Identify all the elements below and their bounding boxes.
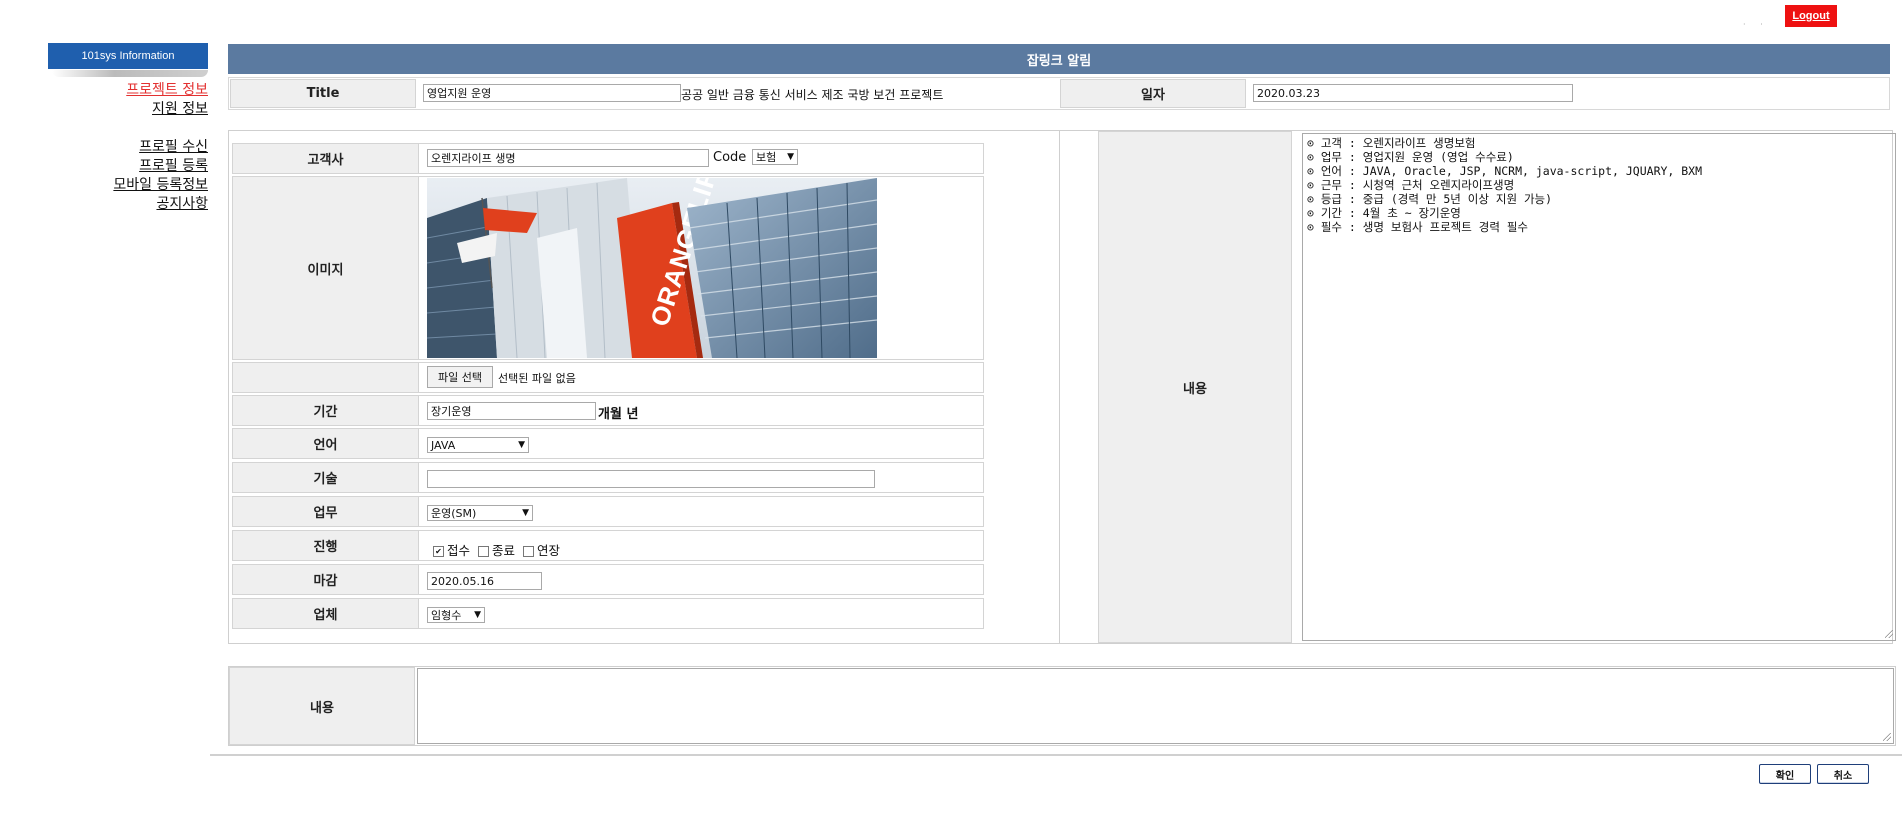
code-label: Code xyxy=(713,150,747,165)
client-input[interactable] xyxy=(427,149,709,167)
period-label: 기간 xyxy=(232,395,419,426)
file-label-cell xyxy=(232,362,419,393)
checkbox-checked-icon[interactable]: ✔ xyxy=(433,546,444,557)
sidebar-header: 101sys Information xyxy=(48,43,208,69)
language-label: 언어 xyxy=(232,428,419,459)
checkbox-icon[interactable] xyxy=(523,546,534,557)
tech-label: 기술 xyxy=(232,462,419,493)
company-select-value: 임형수 xyxy=(431,609,462,622)
footer-divider xyxy=(210,754,1902,756)
category-text: 공공 일반 금융 통신 서비스 제조 국방 보건 프로젝트 xyxy=(681,88,944,102)
cancel-button[interactable]: 취소 xyxy=(1817,764,1869,784)
progress-option-received[interactable]: ✔ 접수 xyxy=(433,543,470,558)
title-input[interactable] xyxy=(423,84,681,102)
top-dots: · · xyxy=(1743,20,1769,29)
sidebar-item-profile-receive[interactable]: 프로필 수신 xyxy=(139,136,208,156)
task-label: 업무 xyxy=(232,496,419,527)
sidebar-item-profile-register[interactable]: 프로필 등록 xyxy=(139,155,208,175)
sidebar-item-mobile-register[interactable]: 모바일 등록정보 xyxy=(113,174,208,194)
date-label: 일자 xyxy=(1060,79,1246,108)
sidebar-header-shadow xyxy=(52,70,208,77)
code-select[interactable]: 보험 ▼ xyxy=(752,149,798,165)
panel-gap xyxy=(1060,130,1098,644)
client-label: 고객사 xyxy=(232,143,419,174)
resize-grip-icon[interactable] xyxy=(1882,732,1892,742)
progress-option-extended[interactable]: 연장 xyxy=(523,543,560,558)
page-title: 잡링크 알림 xyxy=(228,44,1890,74)
chevron-down-icon: ▼ xyxy=(518,440,525,450)
confirm-button[interactable]: 확인 xyxy=(1759,764,1811,784)
bottom-content-textarea[interactable] xyxy=(417,668,1894,744)
chevron-down-icon: ▼ xyxy=(522,508,529,518)
progress-option-closed[interactable]: 종료 xyxy=(478,543,515,558)
chevron-down-icon: ▼ xyxy=(787,152,794,162)
company-label: 업체 xyxy=(232,598,419,629)
checkbox-icon[interactable] xyxy=(478,546,489,557)
file-status: 선택된 파일 없음 xyxy=(498,372,576,385)
title-label: Title xyxy=(230,79,416,108)
sidebar-item-notice[interactable]: 공지사항 xyxy=(156,193,208,213)
sidebar-item-project-info[interactable]: 프로젝트 정보 xyxy=(126,79,208,99)
period-units: 개월 년 xyxy=(598,407,639,422)
chevron-down-icon: ▼ xyxy=(474,610,481,620)
image-label: 이미지 xyxy=(232,176,419,360)
bottom-content-label: 내용 xyxy=(229,667,415,745)
progress-label: 진행 xyxy=(232,530,419,561)
task-select-value: 운영(SM) xyxy=(431,507,477,520)
file-select-button[interactable]: 파일 선택 xyxy=(427,366,493,388)
progress-options: ✔ 접수 종료 연장 xyxy=(433,540,560,559)
client-photo: ORANGELIFE xyxy=(427,178,877,358)
date-input[interactable] xyxy=(1253,84,1573,102)
language-select-value: JAVA xyxy=(431,438,456,452)
logout-button[interactable]: Logout xyxy=(1785,5,1837,27)
company-select[interactable]: 임형수 ▼ xyxy=(427,607,485,623)
deadline-input[interactable] xyxy=(427,572,542,590)
resize-grip-icon[interactable] xyxy=(1884,629,1894,639)
sidebar-item-apply-info[interactable]: 지원 정보 xyxy=(152,98,208,118)
deadline-label: 마감 xyxy=(232,564,419,595)
code-select-value: 보험 xyxy=(756,151,777,164)
content-textarea[interactable]: ⊙ 고객 : 오렌지라이프 생명보험 ⊙ 업무 : 영업지원 운영 (영업 수수… xyxy=(1302,133,1896,641)
period-input[interactable] xyxy=(427,402,596,420)
language-select[interactable]: JAVA ▼ xyxy=(427,437,529,453)
content-label: 내용 xyxy=(1098,131,1292,643)
task-select[interactable]: 운영(SM) ▼ xyxy=(427,505,533,521)
tech-input[interactable] xyxy=(427,470,875,488)
